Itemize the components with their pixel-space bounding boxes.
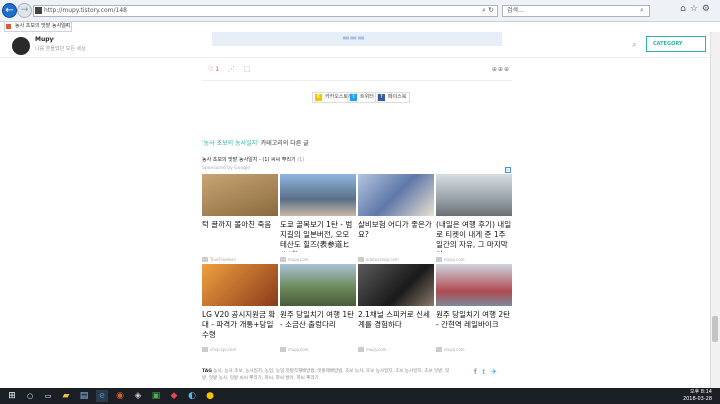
search-input[interactable]: 검색... [502, 5, 650, 17]
ad-choices-icon[interactable]: ▷ [505, 167, 511, 173]
related-card[interactable]: 원주 당일치기 여행 1탄 - 소금산 출렁다리 mupy.com [280, 264, 356, 352]
card-title: (내일은 여행 후기) 내일로 티켓이 내게 준 1주일간의 자유, 그 마지막… [436, 220, 512, 252]
related-card[interactable]: (내일은 여행 후기) 내일로 티켓이 내게 준 1주일간의 자유, 그 마지막… [436, 174, 512, 262]
clock-time: 오후 8:14 [689, 389, 712, 395]
category-button[interactable]: CATEGORY [646, 36, 706, 52]
card-thumbnail [358, 174, 434, 216]
task-view-icon[interactable]: ▭ [42, 390, 54, 402]
address-bar[interactable]: http://mupy.tistory.com/148 [33, 5, 498, 17]
banner-graphic-icon: ▬▬▬ [342, 33, 365, 42]
app-icon[interactable]: ▣ [150, 390, 162, 402]
post-actions: ♡ 1 ⋰ ⬚ ⊕⊕⊕ [202, 64, 512, 78]
sns-label: 페이스북 [388, 94, 407, 100]
related-card[interactable]: 2.1채널 스피커로 신세계를 경험하다 mupy.com [358, 264, 434, 352]
search-icon[interactable]: ○ [24, 390, 36, 402]
avatar[interactable] [12, 37, 30, 55]
card-title: 턱 끌까지 몰아친 죽음 [202, 220, 272, 229]
scrollbar-thumb[interactable] [712, 316, 718, 342]
twitter-share-button[interactable]: t 트위터 [347, 92, 378, 103]
related-subtitle[interactable]: 농사 초보의 맛밭 농사일지 - (1) 씨씨 뿌리기 (1) [202, 156, 304, 163]
system-clock[interactable]: 오후 8:14 2018-03-28 [683, 389, 712, 403]
chevron-down-icon[interactable]: ▾ [52, 36, 55, 42]
taskbar: ⊞ ○ ▭ ▰ ▤ e ◉ ◈ ▣ ◆ ◐ ● 오후 8:14 2018-03-2… [0, 388, 720, 404]
refresh-icon[interactable]: ⌕ ↻ [482, 6, 494, 15]
blog-page: Mupy ▾ 나를 흔들었던 모든 세상 ▬▬▬ ⌕ CATEGORY ♡ 1 … [0, 32, 710, 388]
bookmark-icon[interactable]: ⬚ [244, 65, 251, 73]
card-thumbnail [436, 174, 512, 216]
comment-count: (1) [297, 157, 305, 163]
share-icon[interactable]: ⋰ [228, 65, 235, 73]
card-source: mupy.com [280, 257, 356, 262]
twitter-icon[interactable]: t [482, 368, 491, 376]
browser-tab[interactable]: 농사 초보의 맛밭 농사일지... [4, 22, 72, 32]
card-thumbnail [436, 264, 512, 306]
internet-explorer-icon[interactable]: e [96, 390, 108, 402]
card-source: mupy.com [358, 347, 434, 352]
app-icon[interactable]: ◐ [186, 390, 198, 402]
card-title: 원주 당일치기 여행 2탄 - 간현역 레일바이크 [436, 310, 511, 329]
tab-favicon-icon [6, 24, 11, 29]
tag-list[interactable]: 농사, 농사 초보, 농사일지, 농업, 농업 맛밭작재배방법, 맛밭재배방법,… [202, 369, 449, 381]
tab-close-icon[interactable]: × [64, 22, 69, 29]
twitter-icon: t [350, 94, 357, 101]
card-thumbnail [280, 264, 356, 306]
tag-share-icons[interactable]: ft✈ [474, 368, 503, 376]
post-option-icons[interactable]: ⊕⊕⊕ [492, 66, 510, 73]
forward-button[interactable]: → [17, 3, 32, 18]
clock-date: 2018-03-28 [682, 396, 712, 402]
card-source: TrueFreedom [202, 257, 278, 262]
facebook-icon: f [378, 94, 385, 101]
app-icon[interactable]: ◆ [168, 390, 180, 402]
related-posts-title: '농사 초보의 농사일지' 카테고리의 다른 글 [202, 138, 309, 147]
card-thumbnail [202, 264, 278, 306]
site-favicon-icon [35, 7, 42, 14]
card-thumbnail [358, 264, 434, 306]
card-source: mupy.com [436, 347, 512, 352]
card-source: kdatosshop.com [358, 257, 434, 262]
start-button[interactable]: ⊞ [6, 390, 18, 402]
category-link[interactable]: '농사 초보의 농사일지' [202, 140, 259, 147]
store-icon[interactable]: ▤ [78, 390, 90, 402]
header-banner: ▬▬▬ [212, 32, 502, 46]
card-source: mupy.com [280, 347, 356, 352]
blog-tagline: 나를 흔들었던 모든 세상 [35, 46, 86, 52]
kakaotalk-icon[interactable]: ● [204, 390, 216, 402]
like-count: 1 [215, 66, 220, 73]
app-icon[interactable]: ◈ [132, 390, 144, 402]
kakaostory-icon: K [315, 94, 322, 101]
username[interactable]: Mupy [35, 36, 53, 43]
card-source: mupy.com [436, 257, 512, 262]
related-card[interactable]: 도쿄 골목보기 1탄 - 범지길의 일본버전, 오모테산도 힐즈(表参道ヒルズ)… [280, 174, 356, 262]
related-title-rest: 카테고리의 다른 글 [258, 140, 309, 147]
card-thumbnail [280, 174, 356, 216]
card-source: shop.lgv.com [202, 347, 278, 352]
blog-header: Mupy ▾ 나를 흔들었던 모든 세상 ▬▬▬ ⌕ CATEGORY [0, 32, 710, 58]
back-button[interactable]: ← [2, 3, 17, 18]
ad-label: Sponsored by Google [202, 166, 251, 171]
card-title: LG V20 공시지원금 확대 - 파격가 개통+당일 수령 [202, 310, 276, 339]
related-card[interactable]: 살비보험 어디가 좋은가요? kdatosshop.com [358, 174, 434, 262]
chrome-icon[interactable]: ◉ [114, 390, 126, 402]
like-button[interactable]: ♡ 1 [208, 66, 219, 73]
facebook-share-button[interactable]: f 페이스북 [375, 92, 411, 103]
browser-toolbar: ← → http://mupy.tistory.com/148 ⌕ ↻ 검색..… [0, 0, 720, 22]
bird-icon[interactable]: ✈ [491, 368, 503, 376]
search-icon[interactable]: ⌕ [632, 40, 636, 50]
card-title: 원주 당일치기 여행 1탄 - 소금산 출렁다리 [280, 310, 355, 329]
related-card[interactable]: LG V20 공시지원금 확대 - 파격가 개통+당일 수령 shop.lgv.… [202, 264, 278, 352]
related-card[interactable]: 원주 당일치기 여행 2탄 - 간현역 레일바이크 mupy.com [436, 264, 512, 352]
related-card[interactable]: 턱 끌까지 몰아친 죽음 TrueFreedom [202, 174, 278, 262]
card-thumbnail [202, 174, 278, 216]
card-title: 살비보험 어디가 좋은가요? [358, 220, 432, 239]
card-title: 도쿄 골목보기 1탄 - 범지길의 일본버전, 오모테산도 힐즈(表参道ヒルズ) [280, 220, 353, 252]
search-icon[interactable]: ⌕ [640, 6, 644, 15]
post-tags: TAG 농사, 농사 초보, 농사일지, 농업, 농업 맛밭작재배방법, 맛밭재… [202, 368, 452, 382]
toolbar-icons[interactable]: ⌂☆⚙ [680, 4, 714, 14]
folder-icon[interactable]: ▰ [60, 390, 72, 402]
related-subtitle-text: 농사 초보의 맛밭 농사일지 - (1) 씨씨 뿌리기 [202, 157, 296, 163]
sns-label: 트위터 [360, 94, 374, 100]
divider [202, 80, 512, 81]
card-title: 2.1채널 스피커로 신세계를 경험하다 [358, 310, 430, 329]
tag-label: TAG [202, 369, 212, 374]
